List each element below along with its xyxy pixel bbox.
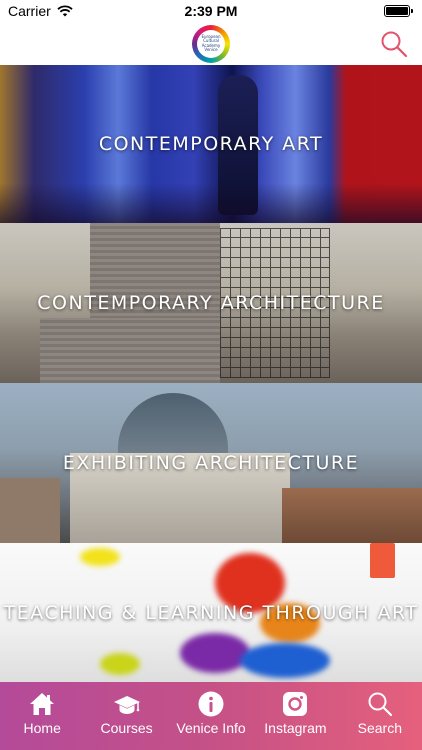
instagram-icon <box>283 692 308 716</box>
logo-line-4: Venice <box>204 47 218 52</box>
ink-splash-blue <box>240 643 330 678</box>
ink-splash-purple <box>180 633 250 673</box>
category-tile-teaching-learning[interactable]: TEACHING & LEARNING THROUGH ART <box>0 543 422 682</box>
tile-title: CONTEMPORARY ART <box>98 133 324 155</box>
ink-splash-yellow <box>80 548 120 566</box>
info-icon <box>198 691 224 717</box>
category-tile-contemporary-architecture[interactable]: CONTEMPORARY ARCHITECTURE <box>0 223 422 383</box>
tab-label: Instagram <box>264 720 327 736</box>
tab-venice-info[interactable]: Venice Info <box>169 682 253 750</box>
tab-label: Home <box>23 720 61 736</box>
tab-search[interactable]: Search <box>338 682 422 750</box>
wifi-icon <box>57 5 73 17</box>
ink-drips-red <box>370 543 395 578</box>
tab-courses[interactable]: Courses <box>84 682 168 750</box>
search-icon <box>368 692 392 717</box>
building-right <box>282 488 422 543</box>
app-header: European Cultural Academy Venice <box>0 22 422 65</box>
search-icon[interactable] <box>380 30 408 58</box>
logo-inner: European Cultural Academy Venice <box>197 29 225 58</box>
status-left: Carrier <box>8 3 73 19</box>
home-icon <box>30 693 55 715</box>
tab-label: Courses <box>100 720 153 736</box>
battery-icon <box>384 5 413 17</box>
tile-title: EXHIBITING ARCHITECTURE <box>62 452 360 474</box>
carrier-label: Carrier <box>8 3 51 19</box>
building-left <box>0 478 60 543</box>
tab-label: Venice Info <box>176 720 246 736</box>
ink-splash-lime <box>100 653 140 675</box>
tile-title: TEACHING & LEARNING THROUGH ART <box>3 601 419 624</box>
academy-logo[interactable]: European Cultural Academy Venice <box>192 24 230 63</box>
tile-title: CONTEMPORARY ARCHITECTURE <box>37 292 385 314</box>
category-tile-exhibiting-architecture[interactable]: EXHIBITING ARCHITECTURE <box>0 383 422 543</box>
brick-wall-lower <box>40 318 220 383</box>
graduation-cap-icon <box>113 696 140 714</box>
status-bar: Carrier <box>0 0 422 22</box>
category-tile-contemporary-art[interactable]: CONTEMPORARY ART <box>0 65 422 223</box>
tab-instagram[interactable]: Instagram <box>253 682 337 750</box>
category-list: CONTEMPORARY ART CONTEMPORARY ARCHITECTU… <box>0 65 422 682</box>
floor-shade <box>0 183 422 223</box>
tab-home[interactable]: Home <box>0 682 84 750</box>
tab-label: Search <box>357 720 402 736</box>
tab-bar: Home Courses Venice Info Instagram Searc… <box>0 682 422 750</box>
